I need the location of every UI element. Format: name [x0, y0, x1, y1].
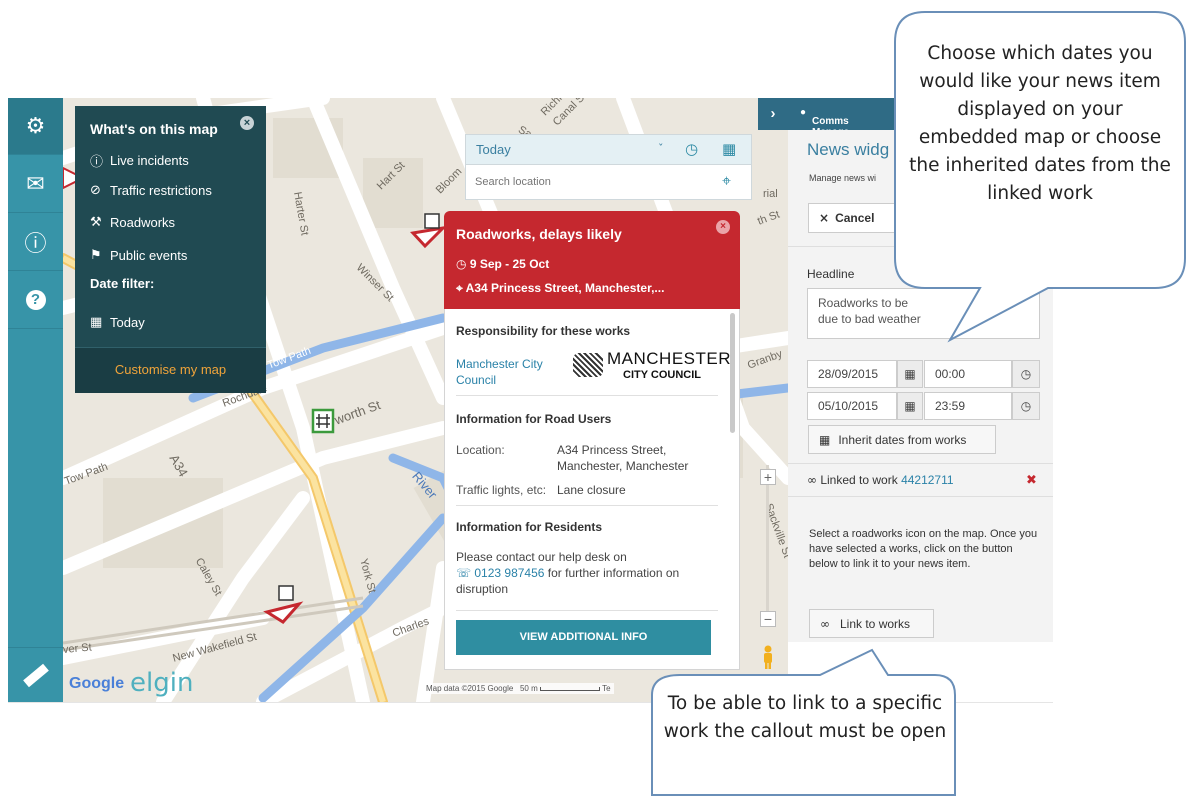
top-bubble-text: Choose which dates you would like your n… — [909, 43, 1171, 204]
screenshot: Tow Path Rochdale A34 Tow Path River Yor… — [0, 0, 1197, 798]
bottom-bubble-text: To be able to link to a specific work th… — [663, 693, 947, 742]
